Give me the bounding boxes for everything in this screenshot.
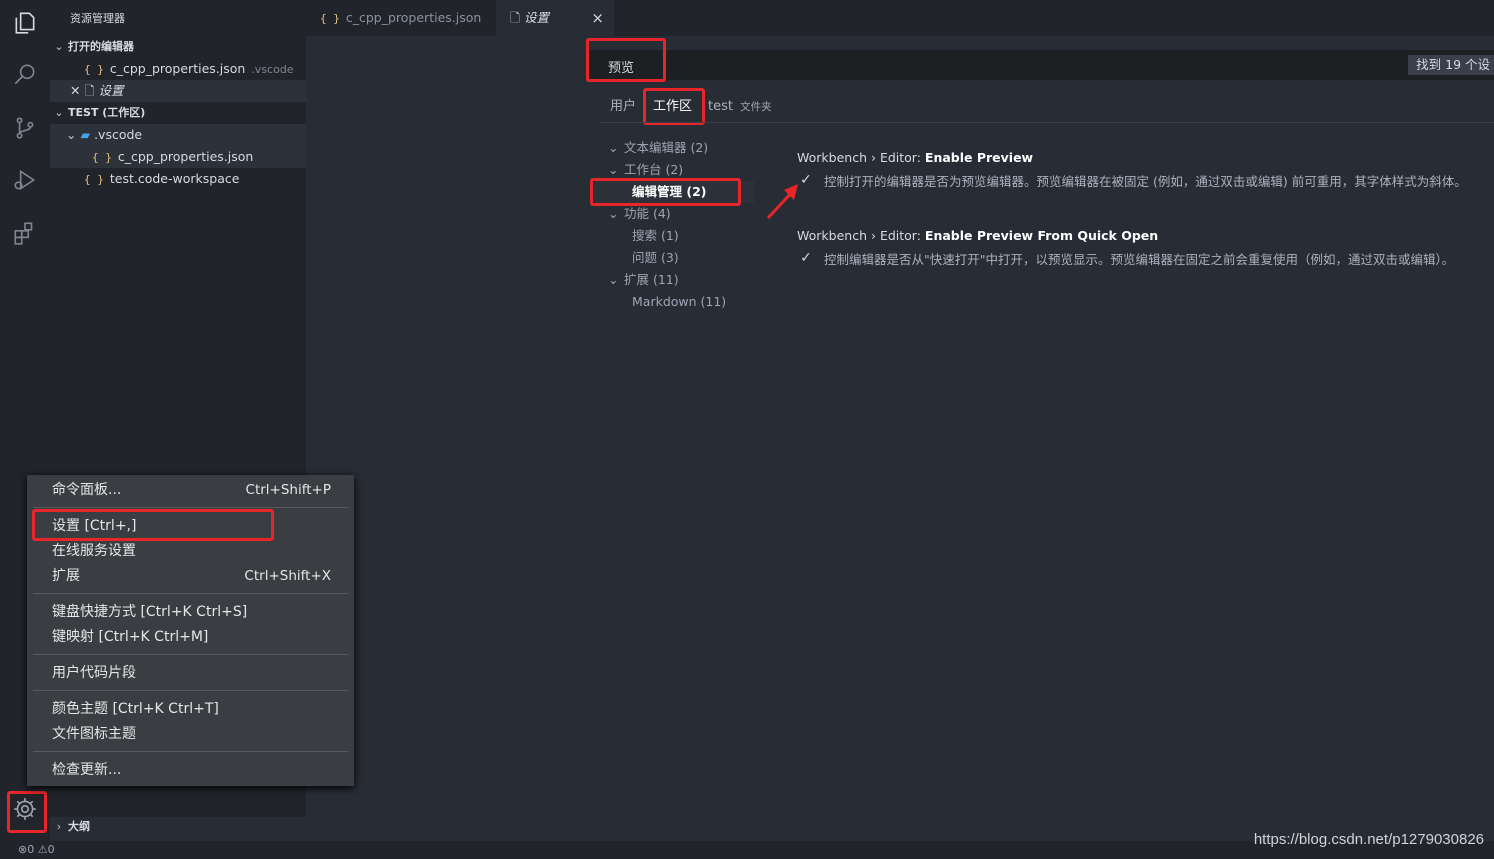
enable-preview-quick-open-checkbox[interactable]: ✓ (798, 250, 814, 266)
tab-bar: { } c_cpp_properties.json 🗋 设置 × (306, 0, 1494, 36)
workspace-highlight-box (643, 88, 705, 125)
toc-item[interactable]: Markdown (11) (632, 291, 726, 313)
error-icon: ⊗ (18, 843, 28, 856)
search-icon[interactable] (12, 62, 38, 88)
menu-item-keyboard-shortcuts[interactable]: 键盘快捷方式 [Ctrl+K Ctrl+S] (52, 600, 342, 624)
tab-user[interactable]: 用户 (610, 96, 636, 118)
debug-icon[interactable] (12, 167, 38, 193)
outline-header[interactable]: › 大纲 (50, 816, 306, 838)
problems-indicator[interactable]: ⊗0 ⚠0 (18, 843, 55, 856)
setting-description: 控制打开的编辑器是否为预览编辑器。预览编辑器在被固定 (例如，通过双击或编辑) … (824, 174, 1467, 189)
open-editor-item[interactable]: ✕ 🗋 设置 (50, 80, 306, 102)
menu-separator (33, 593, 348, 594)
file-icon: 🗋 (510, 10, 521, 25)
extensions-icon[interactable] (12, 220, 38, 246)
scope-divider (600, 122, 1494, 123)
menu-item-command-palette[interactable]: 命令面板... Ctrl+Shift+P (52, 478, 342, 502)
enable-preview-checkbox[interactable]: ✓ (798, 172, 814, 188)
toc-highlight-box (590, 178, 741, 206)
menu-separator (33, 690, 348, 691)
close-icon[interactable]: × (591, 0, 604, 36)
warning-icon: ⚠ (37, 843, 48, 856)
tab-folder-test[interactable]: test 文件夹 (708, 96, 772, 118)
menu-separator (33, 507, 348, 508)
open-editor-item[interactable]: { } c_cpp_properties.json .vscode (50, 58, 306, 80)
toc-item[interactable]: ⌄ 文本编辑器 (2) (608, 137, 708, 159)
tab-settings[interactable]: 🗋 设置 × (496, 0, 614, 36)
chevron-down-icon: ⌄ (66, 127, 77, 142)
menu-separator (33, 654, 348, 655)
json-file-icon: { } (320, 12, 340, 25)
menu-item-keymaps[interactable]: 键映射 [Ctrl+K Ctrl+M] (52, 625, 342, 649)
tree-file[interactable]: { } test.code-workspace (50, 168, 306, 190)
tree-file[interactable]: { } c_cpp_properties.json (50, 146, 306, 168)
chevron-down-icon: ⌄ (608, 272, 619, 287)
vscode-folder-icon: ▰ (80, 127, 91, 142)
menu-item-extensions[interactable]: 扩展 Ctrl+Shift+X (52, 564, 342, 588)
toc-item[interactable]: ⌄ 扩展 (11) (608, 269, 679, 291)
menu-item-online-services[interactable]: 在线服务设置 (52, 539, 342, 563)
settings-search-input[interactable]: 预览 找到 19 个设 (586, 50, 1494, 80)
workspace-header[interactable]: ⌄ TEST (工作区) (50, 102, 306, 124)
menu-item-user-snippets[interactable]: 用户代码片段 (52, 661, 342, 685)
chevron-down-icon: ⌄ (54, 106, 64, 119)
toc-item[interactable]: 搜索 (1) (632, 225, 679, 247)
toc-item[interactable]: ⌄ 功能 (4) (608, 203, 671, 225)
menu-separator (33, 751, 348, 752)
tree-folder[interactable]: ⌄ ▰ .vscode (50, 124, 306, 146)
json-file-icon: { } (84, 63, 104, 76)
chevron-right-icon: › (56, 820, 62, 833)
sidebar-title: 资源管理器 (70, 12, 125, 25)
tab-c-cpp-properties[interactable]: { } c_cpp_properties.json (306, 0, 496, 36)
source-control-icon[interactable] (12, 115, 38, 141)
close-icon[interactable]: ✕ (70, 83, 80, 98)
menu-item-check-updates[interactable]: 检查更新... (52, 758, 342, 782)
setting-title-enable-preview: Workbench › Editor: Enable Preview (797, 150, 1034, 165)
menu-item-color-theme[interactable]: 颜色主题 [Ctrl+K Ctrl+T] (52, 697, 342, 721)
search-highlight-box (586, 38, 666, 82)
settings-menu-highlight-box (32, 509, 274, 541)
explorer-icon[interactable] (12, 10, 38, 36)
watermark: https://blog.csdn.net/p1279030826 (1253, 831, 1484, 848)
chevron-down-icon: ⌄ (608, 206, 619, 221)
chevron-down-icon: ⌄ (54, 40, 64, 53)
gear-highlight-box (7, 791, 47, 833)
open-editors-header[interactable]: ⌄ 打开的编辑器 (50, 36, 306, 58)
toc-item[interactable]: 问题 (3) (632, 247, 679, 269)
setting-description: 控制编辑器是否从"快速打开"中打开，以预览显示。预览编辑器在固定之前会重复使用（… (824, 252, 1455, 267)
menu-item-file-icon-theme[interactable]: 文件图标主题 (52, 722, 342, 746)
json-file-icon: { } (84, 173, 104, 186)
json-file-icon: { } (92, 151, 112, 164)
file-icon: 🗋 (84, 83, 95, 98)
setting-title-enable-preview-quick-open: Workbench › Editor: Enable Preview From … (797, 228, 1159, 243)
result-count-badge: 找到 19 个设 (1408, 55, 1494, 75)
chevron-down-icon: ⌄ (608, 140, 619, 155)
